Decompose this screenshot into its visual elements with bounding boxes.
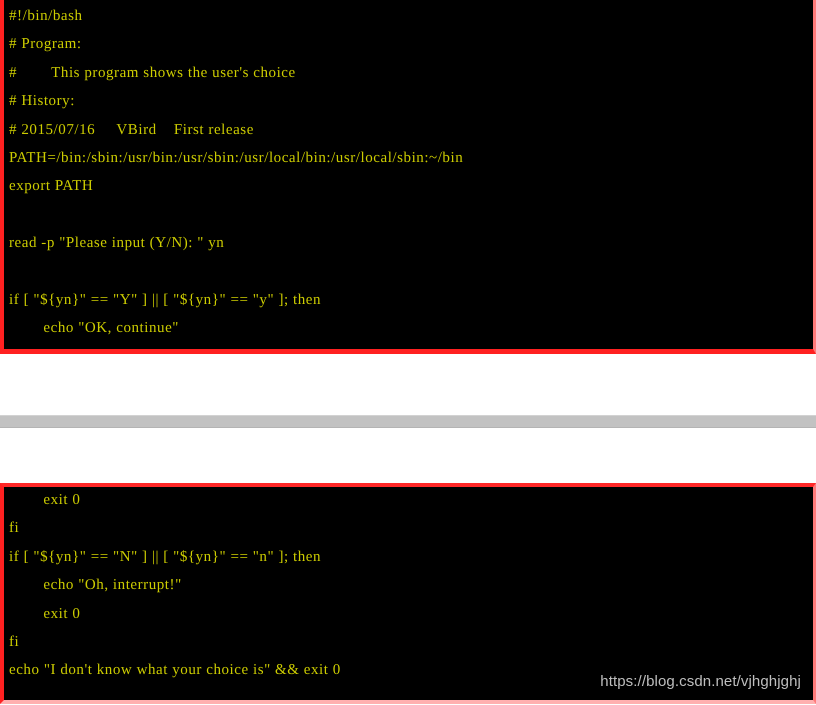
code-line: fi [9, 633, 20, 650]
code-line: echo "Oh, interrupt!" [9, 577, 182, 594]
code-line: read -p "Please input (Y/N): " yn [9, 235, 225, 252]
code-lines-top: #!/bin/bash # Program: # This program sh… [9, 2, 813, 349]
code-lines-bottom: exit 0 fi if [ "${yn}" == "N" ] || [ "${… [9, 487, 813, 700]
code-line: #!/bin/bash [9, 8, 83, 24]
page-separator-bar [0, 415, 816, 428]
code-line: # 2015/07/16 VBird First release [9, 121, 254, 138]
code-line: if [ "${yn}" == "N" ] || [ "${yn}" == "n… [9, 548, 322, 565]
code-line: # Program: [9, 36, 82, 53]
code-line: # This program shows the user's choice [9, 64, 296, 81]
code-block-bottom: exit 0 fi if [ "${yn}" == "N" ] || [ "${… [0, 483, 816, 704]
code-line: exit 0 [9, 605, 81, 622]
code-line: # History: [9, 93, 75, 110]
code-line: exit 0 [9, 492, 81, 508]
code-line: echo "OK, continue" [9, 320, 179, 337]
code-line: PATH=/bin:/sbin:/usr/bin:/usr/sbin:/usr/… [9, 149, 464, 166]
code-line: fi [9, 520, 20, 537]
code-block-top: #!/bin/bash # Program: # This program sh… [0, 0, 816, 354]
watermark-url: https://blog.csdn.net/vjhghjghj [600, 673, 801, 690]
code-line: export PATH [9, 178, 94, 195]
code-line: if [ "${yn}" == "Y" ] || [ "${yn}" == "y… [9, 291, 322, 308]
